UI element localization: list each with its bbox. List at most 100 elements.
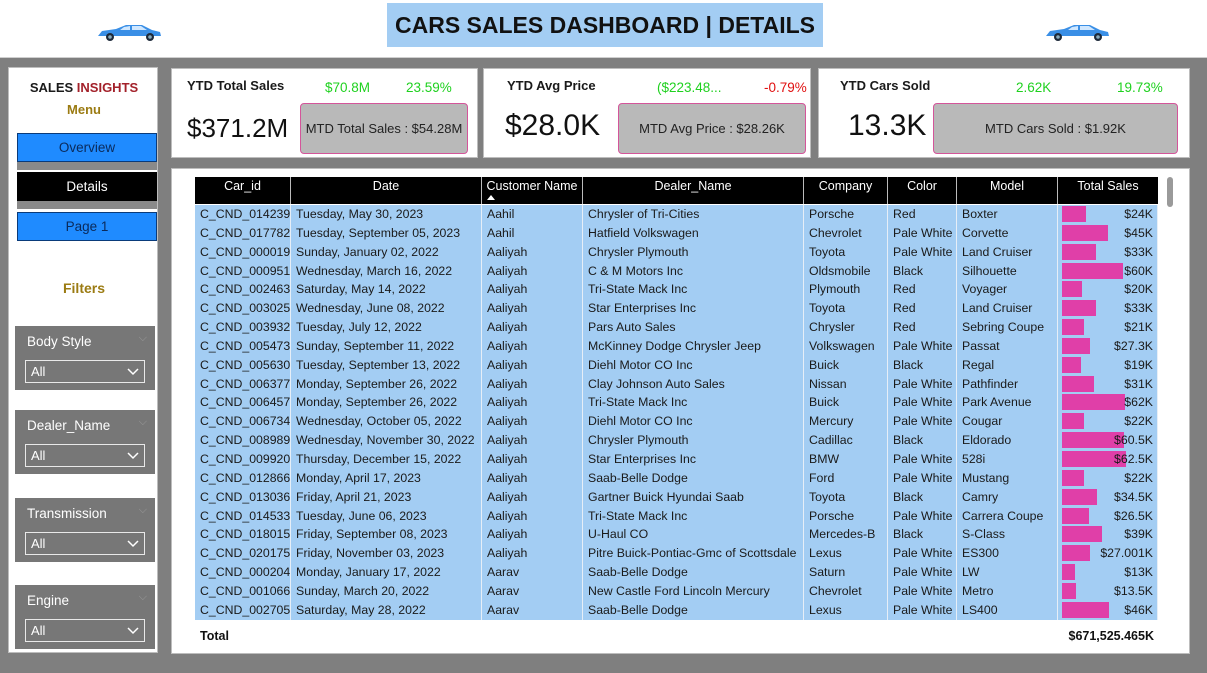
chevron-down-icon xyxy=(127,627,139,635)
table-row[interactable]: C_CND_012866 Monday, April 17, 2023 Aaliya… xyxy=(195,468,1158,488)
cell-dealer-name: Star Enterprises Inc xyxy=(583,449,804,469)
column-header-total-sales[interactable]: Total Sales xyxy=(1058,177,1158,204)
cell-color: Pale White xyxy=(888,600,957,620)
cell-model: Corvette xyxy=(957,223,1058,243)
cell-dealer-name: Chrysler of Tri-Cities xyxy=(583,205,804,224)
column-header-color[interactable]: Color xyxy=(888,177,957,204)
cell-date: Sunday, March 20, 2022 xyxy=(291,581,482,601)
table-row[interactable]: C_CND_000019 Sunday, January 02, 2022 Aali… xyxy=(195,242,1158,262)
table-row[interactable]: C_CND_000204 Monday, January 17, 2022 Aara… xyxy=(195,563,1158,582)
body-style-dropdown[interactable]: All xyxy=(25,360,145,383)
cell-customer-name: Aaliyah xyxy=(482,506,583,526)
cell-company: Porsche xyxy=(804,205,888,224)
cell-color: Pale White xyxy=(888,223,957,243)
car-icon xyxy=(1046,25,1109,41)
table-row[interactable]: C_CND_006457 Monday, September 26, 2022 Aa… xyxy=(195,393,1158,413)
table-row[interactable]: C_CND_008989 Wednesday, November 30, 2022… xyxy=(195,431,1158,450)
table-row[interactable]: C_CND_017782 Tuesday, September 05, 2023 A… xyxy=(195,223,1158,243)
cell-company: Volkswagen xyxy=(804,336,888,356)
kpi-mtd-box: MTD Avg Price : $28.26K xyxy=(618,103,806,154)
cell-dealer-name: C & M Motors Inc xyxy=(583,261,804,281)
cell-dealer-name: Chrysler Plymouth xyxy=(583,431,804,450)
sales-data-bar xyxy=(1062,582,1076,599)
cell-car-id: C_CND_012866 xyxy=(195,468,291,488)
cell-car-id: C_CND_000951 xyxy=(195,261,291,281)
table-row[interactable]: C_CND_000951 Wednesday, March 16, 2022 Aal… xyxy=(195,261,1158,281)
cell-car-id: C_CND_006457 xyxy=(195,393,291,413)
table-row[interactable]: C_CND_009920 Thursday, December 15, 2022 A… xyxy=(195,449,1158,469)
cell-car-id: C_CND_018015 xyxy=(195,525,291,545)
collapse-icon[interactable]: ⌵ xyxy=(139,504,147,517)
table-header: Car_id Date Customer Name Dealer_Name Co… xyxy=(195,177,1158,204)
engine-dropdown[interactable]: All xyxy=(25,619,145,642)
cell-total-sales: $27.3K xyxy=(1058,336,1158,356)
cell-date: Tuesday, June 06, 2023 xyxy=(291,506,482,526)
column-header-car-id[interactable]: Car_id xyxy=(195,177,291,204)
table-row[interactable]: C_CND_001066 Sunday, March 20, 2022 Aarav N… xyxy=(195,581,1158,601)
cell-total-sales: $26.5K xyxy=(1058,506,1158,526)
cell-customer-name: Aaliyah xyxy=(482,431,583,450)
table-row[interactable]: C_CND_003025 Wednesday, June 08, 2022 Aali… xyxy=(195,299,1158,319)
nav-details-button[interactable]: Details xyxy=(17,172,157,201)
sales-data-bar xyxy=(1062,394,1125,411)
cell-car-id: C_CND_014239 xyxy=(195,205,291,224)
table-row[interactable]: C_CND_020175 Friday, November 03, 2023 Aal… xyxy=(195,544,1158,564)
transmission-dropdown[interactable]: All xyxy=(25,532,145,555)
cell-total-sales: $33K xyxy=(1058,299,1158,319)
nav-overview-button[interactable]: Overview xyxy=(17,133,157,162)
cell-color: Pale White xyxy=(888,336,957,356)
cell-dealer-name: Hatfield Volkswagen xyxy=(583,223,804,243)
column-header-model[interactable]: Model xyxy=(957,177,1058,204)
cell-total-sales: $60.5K xyxy=(1058,431,1158,450)
car-icon xyxy=(98,25,161,41)
cell-model: Passat xyxy=(957,336,1058,356)
cell-car-id: C_CND_020175 xyxy=(195,544,291,564)
table-row[interactable]: C_CND_006377 Monday, September 26, 2022 Aa… xyxy=(195,374,1158,394)
cell-company: Chrysler xyxy=(804,318,888,337)
cell-car-id: C_CND_000204 xyxy=(195,563,291,582)
sales-data-bar xyxy=(1062,526,1102,543)
table-row[interactable]: C_CND_013036 Friday, April 21, 2023 Aaliya… xyxy=(195,487,1158,507)
vertical-scrollbar[interactable] xyxy=(1167,177,1173,207)
cell-color: Black xyxy=(888,261,957,281)
cell-color: Pale White xyxy=(888,563,957,582)
cell-customer-name: Aaliyah xyxy=(482,374,583,394)
nav-page1-button[interactable]: Page 1 xyxy=(17,212,157,241)
sales-data-bar xyxy=(1062,545,1090,562)
collapse-icon[interactable]: ⌵ xyxy=(139,591,147,604)
column-header-dealer-name[interactable]: Dealer_Name xyxy=(583,177,804,204)
table-row[interactable]: C_CND_018015 Friday, September 08, 2023 Aa… xyxy=(195,525,1158,545)
table-row[interactable]: C_CND_014533 Tuesday, June 06, 2023 Aaliya… xyxy=(195,506,1158,526)
table-row[interactable]: C_CND_003932 Tuesday, July 12, 2022 Aaliya… xyxy=(195,318,1158,337)
total-label: Total xyxy=(200,629,229,643)
cell-customer-name: Aarav xyxy=(482,581,583,601)
cell-total-sales: $21K xyxy=(1058,318,1158,337)
cell-color: Pale White xyxy=(888,242,957,262)
cell-car-id: C_CND_014533 xyxy=(195,506,291,526)
sales-data-bar xyxy=(1062,243,1096,260)
table-row[interactable]: C_CND_006734 Wednesday, October 05, 2022 A… xyxy=(195,412,1158,432)
table-body: C_CND_014239 Tuesday, May 30, 2023 Aahil Ch… xyxy=(195,205,1158,620)
dealer-name-dropdown[interactable]: All xyxy=(25,444,145,467)
cell-company: Cadillac xyxy=(804,431,888,450)
cell-model: Boxter xyxy=(957,205,1058,224)
column-header-customer-name[interactable]: Customer Name xyxy=(482,177,583,204)
cell-car-id: C_CND_013036 xyxy=(195,487,291,507)
column-header-company[interactable]: Company xyxy=(804,177,888,204)
table-row[interactable]: C_CND_005473 Sunday, September 11, 2022 Aa… xyxy=(195,336,1158,356)
table-row[interactable]: C_CND_002705 Saturday, May 28, 2022 Aarav S… xyxy=(195,600,1158,620)
collapse-icon[interactable]: ⌵ xyxy=(139,332,147,345)
cell-company: BMW xyxy=(804,449,888,469)
cell-color: Red xyxy=(888,299,957,319)
table-row[interactable]: C_CND_005630 Tuesday, September 13, 2022 A… xyxy=(195,355,1158,375)
sales-data-bar xyxy=(1062,507,1089,524)
cell-total-sales: $31K xyxy=(1058,374,1158,394)
cell-date: Monday, September 26, 2022 xyxy=(291,374,482,394)
collapse-icon[interactable]: ⌵ xyxy=(139,416,147,429)
table-row[interactable]: C_CND_002463 Saturday, May 14, 2022 Aaliya… xyxy=(195,280,1158,300)
table-row[interactable]: C_CND_014239 Tuesday, May 30, 2023 Aahil Ch… xyxy=(195,205,1158,224)
cell-model: Camry xyxy=(957,487,1058,507)
column-header-date[interactable]: Date xyxy=(291,177,482,204)
cell-customer-name: Aarav xyxy=(482,600,583,620)
cell-date: Tuesday, September 13, 2022 xyxy=(291,355,482,375)
